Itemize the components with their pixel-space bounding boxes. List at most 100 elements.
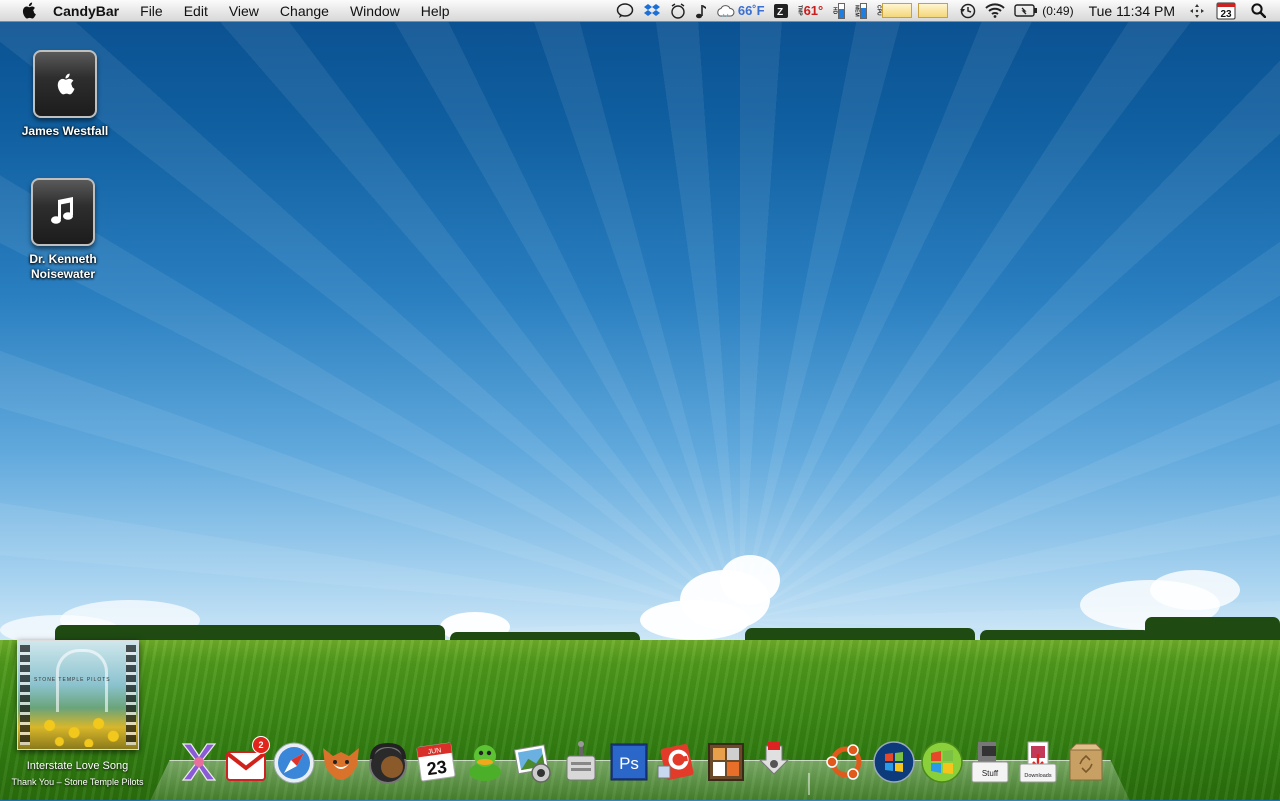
crossover-icon <box>181 743 217 781</box>
svg-text:Z: Z <box>777 7 783 18</box>
menu-app-name[interactable]: CandyBar <box>53 3 119 19</box>
battery-time[interactable]: (0:49) <box>1042 4 1073 18</box>
dock-item-mail[interactable]: 2 <box>224 736 270 786</box>
stuff-folder-icon: Stuff <box>971 742 1009 783</box>
adium-icon <box>469 745 501 781</box>
photoshop-icon: Ps <box>610 743 648 781</box>
battery-icon[interactable] <box>1014 4 1038 17</box>
weather-cloud-icon[interactable] <box>716 3 736 19</box>
desktop-wallpaper <box>0 0 1280 800</box>
dock-item-iphoto[interactable] <box>511 741 555 785</box>
treeline <box>1145 617 1280 641</box>
windows-vista-icon <box>873 741 915 783</box>
dock-item-candybar[interactable] <box>655 740 699 784</box>
menu-change[interactable]: Change <box>280 3 329 19</box>
desktop-icon-label: James Westfall <box>21 124 109 138</box>
cloud <box>1150 570 1240 610</box>
mem-label: MEM <box>853 4 860 17</box>
hd-meter[interactable]: HD <box>831 2 847 19</box>
dock-item-windows-xp[interactable] <box>920 740 964 784</box>
hd-level-bar <box>838 2 846 19</box>
dock-item-windows-vista[interactable] <box>872 740 916 784</box>
safari-icon <box>273 742 315 784</box>
dropbox-icon[interactable] <box>643 3 661 19</box>
cloud <box>720 555 780 605</box>
desktop-drive-dr-kenneth-noisewater[interactable]: Dr. Kenneth Noisewater <box>8 178 118 282</box>
dock-item-photoshop[interactable]: Ps <box>607 740 651 784</box>
mac-utility-icon <box>758 742 790 775</box>
spotlight-search-icon[interactable] <box>1251 3 1266 18</box>
move-arrows-icon[interactable] <box>1190 3 1204 18</box>
cpu-label: CPU <box>875 5 882 16</box>
dock-item-music-player[interactable] <box>366 741 410 785</box>
downloads-folder-label: Downloads <box>1024 773 1051 779</box>
music-player-icon <box>369 742 407 784</box>
menu-extras: 66˚F Z TMP 61° HD MEM CPU (0:49) Tue 11:… <box>616 0 1280 21</box>
dock-item-downloads-folder[interactable]: Downloads <box>1016 740 1060 784</box>
alarm-clock-icon[interactable] <box>670 2 686 19</box>
menu-window[interactable]: Window <box>350 3 400 19</box>
temperature-value: 61° <box>803 3 824 18</box>
dock-item-trash[interactable] <box>1064 740 1108 784</box>
album-band-text: STONE TEMPLE PILOTS <box>34 677 111 683</box>
temperature-label: TMP <box>796 5 803 16</box>
dock-item-crossover[interactable] <box>177 740 221 784</box>
now-playing-subtitle: Thank You – Stone Temple Pilots <box>11 777 144 787</box>
dashboard-widgets-icon <box>708 743 744 781</box>
dock-item-ical[interactable]: JUN 23 <box>414 740 458 784</box>
dock-item-firefox[interactable] <box>319 740 363 784</box>
music-note-icon[interactable] <box>695 3 707 19</box>
ical-icon: JUN23 <box>416 742 456 782</box>
cpu-meter[interactable]: CPU <box>875 3 954 18</box>
cpu-graph-1 <box>882 3 913 18</box>
dock-item-mac-utility[interactable] <box>752 740 796 784</box>
desktop-icon-label-line1: Dr. Kenneth <box>29 252 97 266</box>
menu-clock[interactable]: Tue 11:34 PM <box>1089 3 1175 19</box>
now-playing-title: Interstate Love Song <box>26 760 129 772</box>
mem-meter[interactable]: MEM <box>853 2 869 19</box>
apple-menu-icon[interactable] <box>19 2 37 20</box>
stuff-folder-label: Stuff <box>982 769 999 778</box>
dock-item-safari[interactable] <box>272 741 316 785</box>
firefox-icon <box>323 748 359 780</box>
dock-item-ubuntu[interactable] <box>824 740 868 784</box>
weather-temperature[interactable]: 66˚F <box>738 3 765 18</box>
cloud <box>640 600 750 640</box>
iphoto-icon <box>513 744 551 783</box>
menu-edit[interactable]: Edit <box>184 3 208 19</box>
downloads-folder-icon: Downloads <box>1019 741 1057 783</box>
menu-help[interactable]: Help <box>421 3 450 19</box>
filmstrip-edge-left <box>20 645 30 745</box>
system-utility-icon <box>566 741 596 781</box>
desktop-icon-label-line2: Noisewater <box>30 267 96 281</box>
dock-item-dashboard-widgets[interactable] <box>704 740 748 784</box>
album-artwork[interactable]: STONE TEMPLE PILOTS <box>17 640 139 750</box>
music-drive-icon <box>31 178 95 246</box>
ical-day: 23 <box>426 757 449 780</box>
menu-view[interactable]: View <box>229 3 259 19</box>
photoshop-label: Ps <box>619 754 639 773</box>
apple-drive-icon <box>33 50 97 118</box>
menu-bar: CandyBar File Edit View Change Window He… <box>0 0 1280 22</box>
dock-item-stuff-folder[interactable]: Stuff <box>968 740 1012 784</box>
dock-item-system-utility[interactable] <box>559 740 603 784</box>
cpu-temperature[interactable]: TMP 61° <box>797 3 824 18</box>
mem-level-bar <box>860 2 868 19</box>
wifi-icon[interactable] <box>985 3 1005 18</box>
candybar-app-icon <box>657 743 694 781</box>
dock-item-adium[interactable] <box>463 740 507 784</box>
tinkertool-icon[interactable]: Z <box>773 3 788 18</box>
calendar-menu-icon[interactable]: 23 <box>1216 2 1236 20</box>
mail-unread-badge: 2 <box>252 736 270 754</box>
dock-separator <box>808 773 810 795</box>
trash-icon <box>1068 743 1104 781</box>
time-machine-icon[interactable] <box>960 3 976 19</box>
speech-bubble-icon[interactable] <box>616 2 634 19</box>
menu-file[interactable]: File <box>140 3 163 19</box>
desktop-drive-james-westfall[interactable]: James Westfall <box>10 50 120 139</box>
album-sunflowers <box>30 711 128 747</box>
windows-xp-icon <box>921 741 963 783</box>
wallpaper-sun-rays <box>0 0 1280 660</box>
cpu-graph-2 <box>918 3 949 18</box>
hd-label: HD <box>831 6 838 15</box>
